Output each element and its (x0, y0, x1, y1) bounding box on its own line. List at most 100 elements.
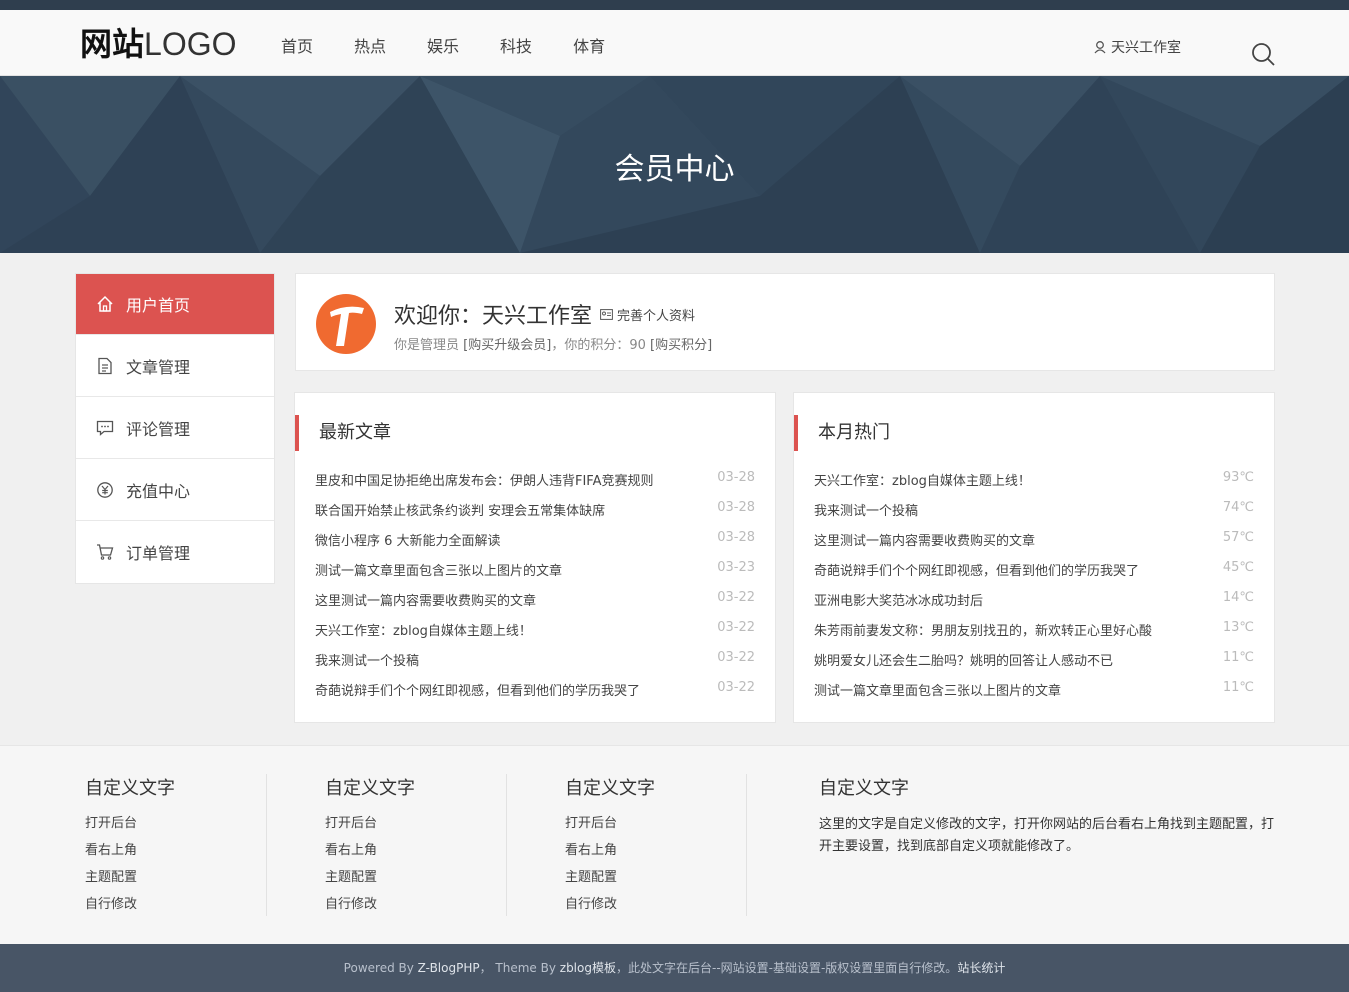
footer-link[interactable]: 主题配置 (325, 868, 415, 895)
top-accent-bar (0, 0, 1349, 10)
nav-item-home[interactable]: 首页 (281, 33, 313, 57)
search-icon[interactable] (1250, 41, 1276, 67)
list-item: 天兴工作室：zblog自媒体主题上线！ 93℃ (814, 470, 1254, 500)
hot-articles-list: 天兴工作室：zblog自媒体主题上线！ 93℃ 我来测试一个投稿 74℃ 这里测试一… (814, 470, 1254, 710)
article-link[interactable]: 姚明爱女儿还会生二胎吗？姚明的回答让人感动不已 (814, 650, 1113, 680)
welcome-card: 欢迎你：天兴工作室 完善个人资料 你是管理员 [购买升级会员]，你的积分：90 … (295, 273, 1275, 371)
footer-link[interactable]: 自行修改 (565, 895, 655, 922)
article-heat: 57℃ (1222, 530, 1254, 545)
article-link[interactable]: 我来测试一个投稿 (315, 650, 419, 680)
list-item: 我来测试一个投稿 03-22 (315, 650, 755, 680)
list-item: 这里测试一篇内容需要收费购买的文章 03-22 (315, 590, 755, 620)
powered-by-text: Powered By (343, 961, 418, 975)
nav-item-tech[interactable]: 科技 (500, 33, 532, 57)
list-item: 我来测试一个投稿 74℃ (814, 500, 1254, 530)
article-date: 03-28 (717, 470, 755, 485)
footer-link[interactable]: 打开后台 (565, 814, 655, 841)
footer-column-title: 自定义文字 (565, 778, 655, 799)
nav-item-hot[interactable]: 热点 (354, 33, 386, 57)
list-item: 奇葩说辩手们个个网红即视感，但看到他们的学历我哭了 45℃ (814, 560, 1254, 590)
footer-link[interactable]: 打开后台 (325, 814, 415, 841)
list-item: 奇葩说辩手们个个网红即视感，但看到他们的学历我哭了 03-22 (315, 680, 755, 710)
article-heat: 45℃ (1222, 560, 1254, 575)
sidebar-item-label: 文章管理 (126, 357, 191, 377)
page-title: 会员中心 (614, 152, 735, 187)
panel-title: 本月热门 (794, 415, 890, 451)
upgrade-membership-link[interactable]: [购买升级会员] (463, 338, 551, 353)
list-item: 测试一篇文章里面包含三张以上图片的文章 11℃ (814, 680, 1254, 710)
sidebar-item-recharge[interactable]: 充值中心 (76, 459, 274, 521)
monthly-hot-panel: 本月热门 天兴工作室：zblog自媒体主题上线！ 93℃ 我来测试一个投稿 74℃ … (793, 392, 1275, 723)
sidebar-item-articles[interactable]: 文章管理 (76, 335, 274, 397)
article-link[interactable]: 里皮和中国足协拒绝出席发布会：伊朗人违背FIFA竞赛规则 (315, 470, 654, 500)
list-item: 朱芳雨前妻发文称：男朋友别找丑的，新欢转正心里好心酸 13℃ (814, 620, 1254, 650)
article-link[interactable]: 奇葩说辩手们个个网红即视感，但看到他们的学历我哭了 (814, 560, 1139, 590)
member-sidebar: 用户首页 文章管理 评论管理 充值中心 订单管理 (75, 273, 275, 584)
main-nav: 首页 热点 娱乐 科技 体育 (266, 33, 631, 57)
footer-link[interactable]: 看右上角 (565, 841, 655, 868)
article-heat: 11℃ (1222, 680, 1254, 695)
article-link[interactable]: 天兴工作室：zblog自媒体主题上线！ (814, 470, 1031, 500)
footer-divider (506, 774, 507, 916)
welcome-text: 欢迎你：天兴工作室 (394, 304, 593, 329)
footer-column-title: 自定义文字 (819, 778, 909, 799)
user-menu-link[interactable]: 天兴工作室 (1093, 37, 1181, 57)
article-link[interactable]: 朱芳雨前妻发文称：男朋友别找丑的，新欢转正心里好心酸 (814, 620, 1152, 650)
edit-profile-label: 完善个人资料 (617, 308, 696, 324)
home-icon (97, 295, 113, 312)
list-item: 里皮和中国足协拒绝出席发布会：伊朗人违背FIFA竞赛规则 03-28 (315, 470, 755, 500)
nav-item-entertainment[interactable]: 娱乐 (427, 33, 459, 57)
article-date: 03-28 (717, 530, 755, 545)
footer-link[interactable]: 看右上角 (325, 841, 415, 868)
footer-column-3: 自定义文字 打开后台 看右上角 主题配置 自行修改 (565, 774, 655, 916)
footer-column-2: 自定义文字 打开后台 看右上角 主题配置 自行修改 (325, 774, 415, 916)
footer-divider (746, 774, 747, 916)
article-link[interactable]: 奇葩说辩手们个个网红即视感，但看到他们的学历我哭了 (315, 680, 640, 710)
latest-articles-panel: 最新文章 里皮和中国足协拒绝出席发布会：伊朗人违背FIFA竞赛规则 03-28 联… (294, 392, 776, 723)
edit-profile-link[interactable]: 完善个人资料 (600, 305, 695, 324)
footer-divider (266, 774, 267, 916)
article-link[interactable]: 我来测试一个投稿 (814, 500, 918, 530)
article-link[interactable]: 测试一篇文章里面包含三张以上图片的文章 (814, 680, 1061, 710)
nav-item-sports[interactable]: 体育 (573, 33, 605, 57)
footer-link[interactable]: 自行修改 (325, 895, 415, 922)
article-heat: 13℃ (1222, 620, 1254, 635)
buy-points-link[interactable]: [购买积分] (650, 338, 712, 353)
theme-link[interactable]: zblog模板 (560, 961, 616, 975)
article-date: 03-28 (717, 500, 755, 515)
article-link[interactable]: 这里测试一篇内容需要收费购买的文章 (315, 590, 536, 620)
zblog-link[interactable]: Z-BlogPHP (418, 961, 480, 975)
article-link[interactable]: 亚洲电影大奖范冰冰成功封后 (814, 590, 983, 620)
footer-link[interactable]: 打开后台 (85, 814, 175, 841)
list-item: 姚明爱女儿还会生二胎吗？姚明的回答让人感动不已 11℃ (814, 650, 1254, 680)
cart-icon (97, 544, 114, 560)
list-item: 这里测试一篇内容需要收费购买的文章 57℃ (814, 530, 1254, 560)
article-link[interactable]: 微信小程序 6 大新能力全面解读 (315, 530, 501, 560)
article-date: 03-22 (717, 650, 755, 665)
document-icon (98, 357, 112, 374)
footer-custom-paragraph: 这里的文字是自定义修改的文字，打开你网站的后台看右上角找到主题配置，打开主要设置… (819, 817, 1275, 854)
sidebar-item-label: 用户首页 (126, 296, 191, 315)
avatar[interactable] (316, 294, 376, 354)
sidebar-item-label: 订单管理 (126, 544, 191, 563)
sidebar-item-comments[interactable]: 评论管理 (76, 397, 274, 459)
site-stats-link[interactable]: 站长统计 (957, 961, 1005, 975)
footer-column-1: 自定义文字 打开后台 看右上角 主题配置 自行修改 (85, 774, 175, 916)
list-item: 联合国开始禁止核武条约谈判 安理会五常集体缺席 03-28 (315, 500, 755, 530)
sidebar-item-label: 评论管理 (126, 419, 191, 439)
points-text: ，你的积分：90 (551, 338, 646, 353)
sidebar-item-user-home[interactable]: 用户首页 (76, 274, 274, 335)
footer-link[interactable]: 主题配置 (565, 868, 655, 895)
article-link[interactable]: 联合国开始禁止核武条约谈判 安理会五常集体缺席 (315, 500, 605, 530)
footer-link[interactable]: 自行修改 (85, 895, 175, 922)
role-text: 你是管理员 (394, 338, 460, 353)
footer-link[interactable]: 看右上角 (85, 841, 175, 868)
article-link[interactable]: 天兴工作室：zblog自媒体主题上线！ (315, 620, 532, 650)
article-link[interactable]: 测试一篇文章里面包含三张以上图片的文章 (315, 560, 562, 590)
site-logo[interactable]: 网站LOGO (80, 26, 236, 62)
sidebar-item-orders[interactable]: 订单管理 (76, 521, 274, 583)
footer-link[interactable]: 主题配置 (85, 868, 175, 895)
list-item: 微信小程序 6 大新能力全面解读 03-28 (315, 530, 755, 560)
article-link[interactable]: 这里测试一篇内容需要收费购买的文章 (814, 530, 1035, 560)
logo-light-text: LOGO (144, 26, 237, 62)
